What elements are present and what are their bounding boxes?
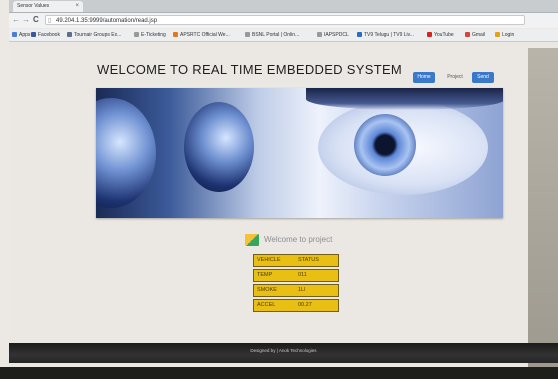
bookmark-page-icon [317, 32, 322, 38]
nav-send-button[interactable]: Send [472, 72, 494, 83]
address-toolbar: ← → C ▯ 49.204.1.35:9999/automation/read… [9, 13, 558, 28]
browser-window: Sensor Values × ← → C ▯ 49.204.1.35:9999… [0, 0, 558, 367]
bookmark-bsnl[interactable]: BSNL Portal | Onlin... [245, 29, 299, 41]
sensor-status-table: VEHICLE STATUS TEMP 011 SMOKE 1Ll ACCEL … [253, 254, 339, 314]
apsrtc-icon [173, 32, 178, 38]
monitor-bezel-bottom [0, 367, 558, 379]
status-key: VEHICLE [257, 257, 281, 263]
bookmark-page-icon [134, 32, 139, 38]
planet-graphic [184, 102, 254, 192]
nav-project-link[interactable]: Project [443, 72, 467, 83]
bookmark-tv9[interactable]: TV9 Telugu | TV9 Liv... [357, 29, 414, 41]
url-bar[interactable]: ▯ 49.204.1.35:9999/automation/read.jsp [45, 15, 525, 25]
url-text: 49.204.1.35:9999/automation/read.jsp [56, 18, 158, 24]
bookmark-page-icon [245, 32, 250, 38]
status-key: TEMP [257, 272, 273, 278]
status-value: STATUS [298, 257, 319, 263]
tab-strip: Sensor Values × [9, 0, 558, 13]
status-value: 00.27 [298, 302, 312, 308]
status-value: 1Ll [298, 287, 306, 293]
bookmark-facebook[interactable]: Facebook [31, 29, 60, 41]
bookmark-tournair[interactable]: Tournair Groups Ex... [67, 29, 121, 41]
bookmark-eticketing[interactable]: E-Ticketing [134, 29, 166, 41]
status-key: ACCEL [257, 302, 276, 308]
planet-graphic [96, 98, 156, 208]
footer-credit: Designed by | Anok Technologies [250, 348, 317, 353]
bookmark-apps[interactable]: Apps [12, 29, 30, 41]
tab-close-icon[interactable]: × [75, 1, 79, 12]
login-icon [495, 32, 500, 38]
bookmark-apspdcl[interactable]: IAPSPDCL [317, 29, 349, 41]
welcome-icon [245, 234, 259, 246]
web-page: WELCOME TO REAL TIME EMBEDDED SYSTEM Hom… [9, 42, 558, 367]
iris-graphic [354, 114, 416, 176]
forward-icon[interactable]: → [22, 15, 30, 25]
bookmarks-bar: Apps Facebook Tournair Groups Ex... E-Ti… [9, 29, 558, 42]
status-row-temp: TEMP 011 [253, 269, 339, 282]
welcome-text: Welcome to project [264, 235, 333, 244]
page-footer: Designed by | Anok Technologies [9, 343, 558, 363]
status-key: SMOKE [257, 287, 277, 293]
page-icon: ▯ [48, 18, 52, 24]
youtube-icon [427, 32, 432, 38]
eyelid-graphic [306, 88, 503, 110]
gmail-icon [465, 32, 470, 38]
back-icon[interactable]: ← [12, 15, 20, 25]
status-row-smoke: SMOKE 1Ll [253, 284, 339, 297]
facebook-icon [31, 32, 36, 38]
page-title: WELCOME TO REAL TIME EMBEDDED SYSTEM [97, 62, 403, 77]
bookmark-apsrtc[interactable]: APSRTC Official We... [173, 29, 230, 41]
hero-banner-image [96, 88, 503, 218]
status-row-vehicle: VEHICLE STATUS [253, 254, 339, 267]
reload-icon[interactable]: C [33, 15, 39, 25]
tab-title: Sensor Values [17, 3, 50, 9]
status-value: 011 [298, 272, 307, 278]
bookmark-youtube[interactable]: YouTube [427, 29, 454, 41]
bookmark-page-icon [67, 32, 72, 38]
nav-home-button[interactable]: Home [413, 72, 435, 83]
tab-sensor-values[interactable]: Sensor Values × [13, 1, 83, 12]
background-desk [528, 48, 558, 367]
bookmark-login[interactable]: Login [495, 29, 514, 41]
status-row-accel: ACCEL 00.27 [253, 299, 339, 312]
apps-icon [12, 32, 17, 38]
tv9-icon [357, 32, 362, 38]
bookmark-gmail[interactable]: Gmail [465, 29, 485, 41]
